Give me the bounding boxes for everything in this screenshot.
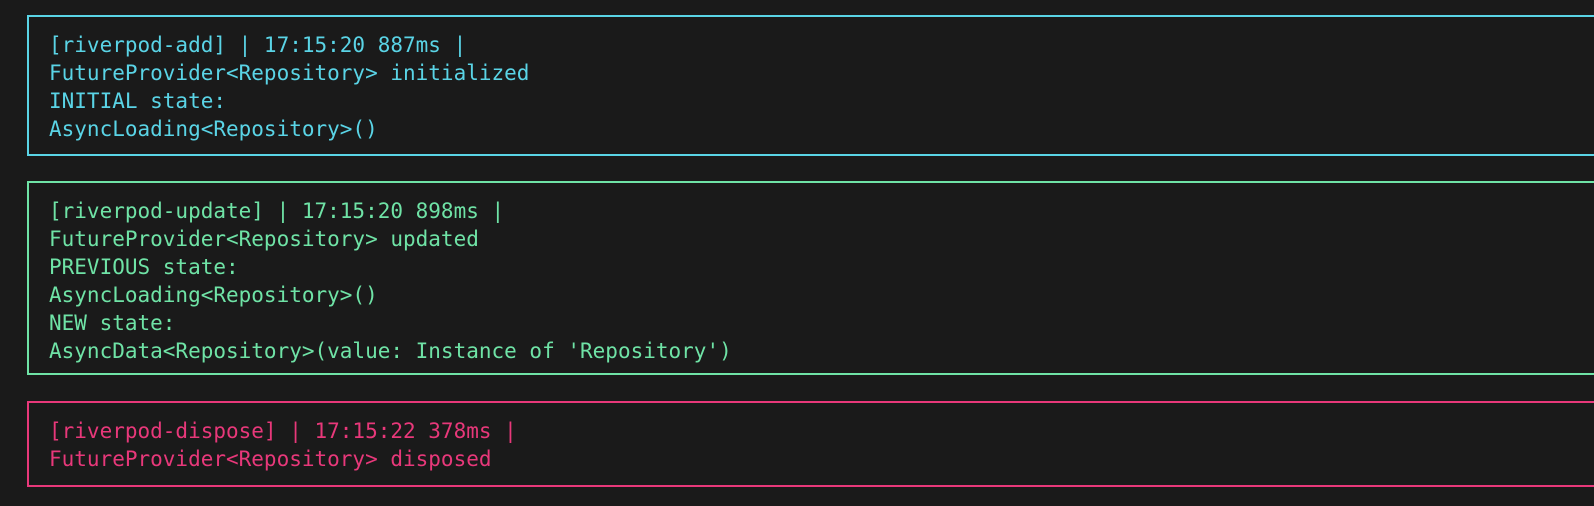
previous-state-label: PREVIOUS state: [49,255,239,279]
state-value: AsyncLoading<Repository>() [49,117,378,141]
state-label: INITIAL state: [49,89,227,113]
new-state-label: NEW state: [49,311,176,335]
log-message: FutureProvider<Repository> disposed [49,447,492,471]
previous-state-value: AsyncLoading<Repository>() [49,283,378,307]
log-message: FutureProvider<Repository> initialized [49,61,530,85]
log-header: [riverpod-update] | 17:15:20 898ms | [49,199,505,223]
log-message: FutureProvider<Repository> updated [49,227,479,251]
log-entry-dispose: [riverpod-dispose] | 17:15:22 378ms | Fu… [27,401,1594,487]
log-header: [riverpod-dispose] | 17:15:22 378ms | [49,419,517,443]
log-entry-add: [riverpod-add] | 17:15:20 887ms | Future… [27,15,1594,156]
log-header: [riverpod-add] | 17:15:20 887ms | [49,33,467,57]
new-state-value: AsyncData<Repository>(value: Instance of… [49,339,732,363]
log-entry-update: [riverpod-update] | 17:15:20 898ms | Fut… [27,181,1594,375]
